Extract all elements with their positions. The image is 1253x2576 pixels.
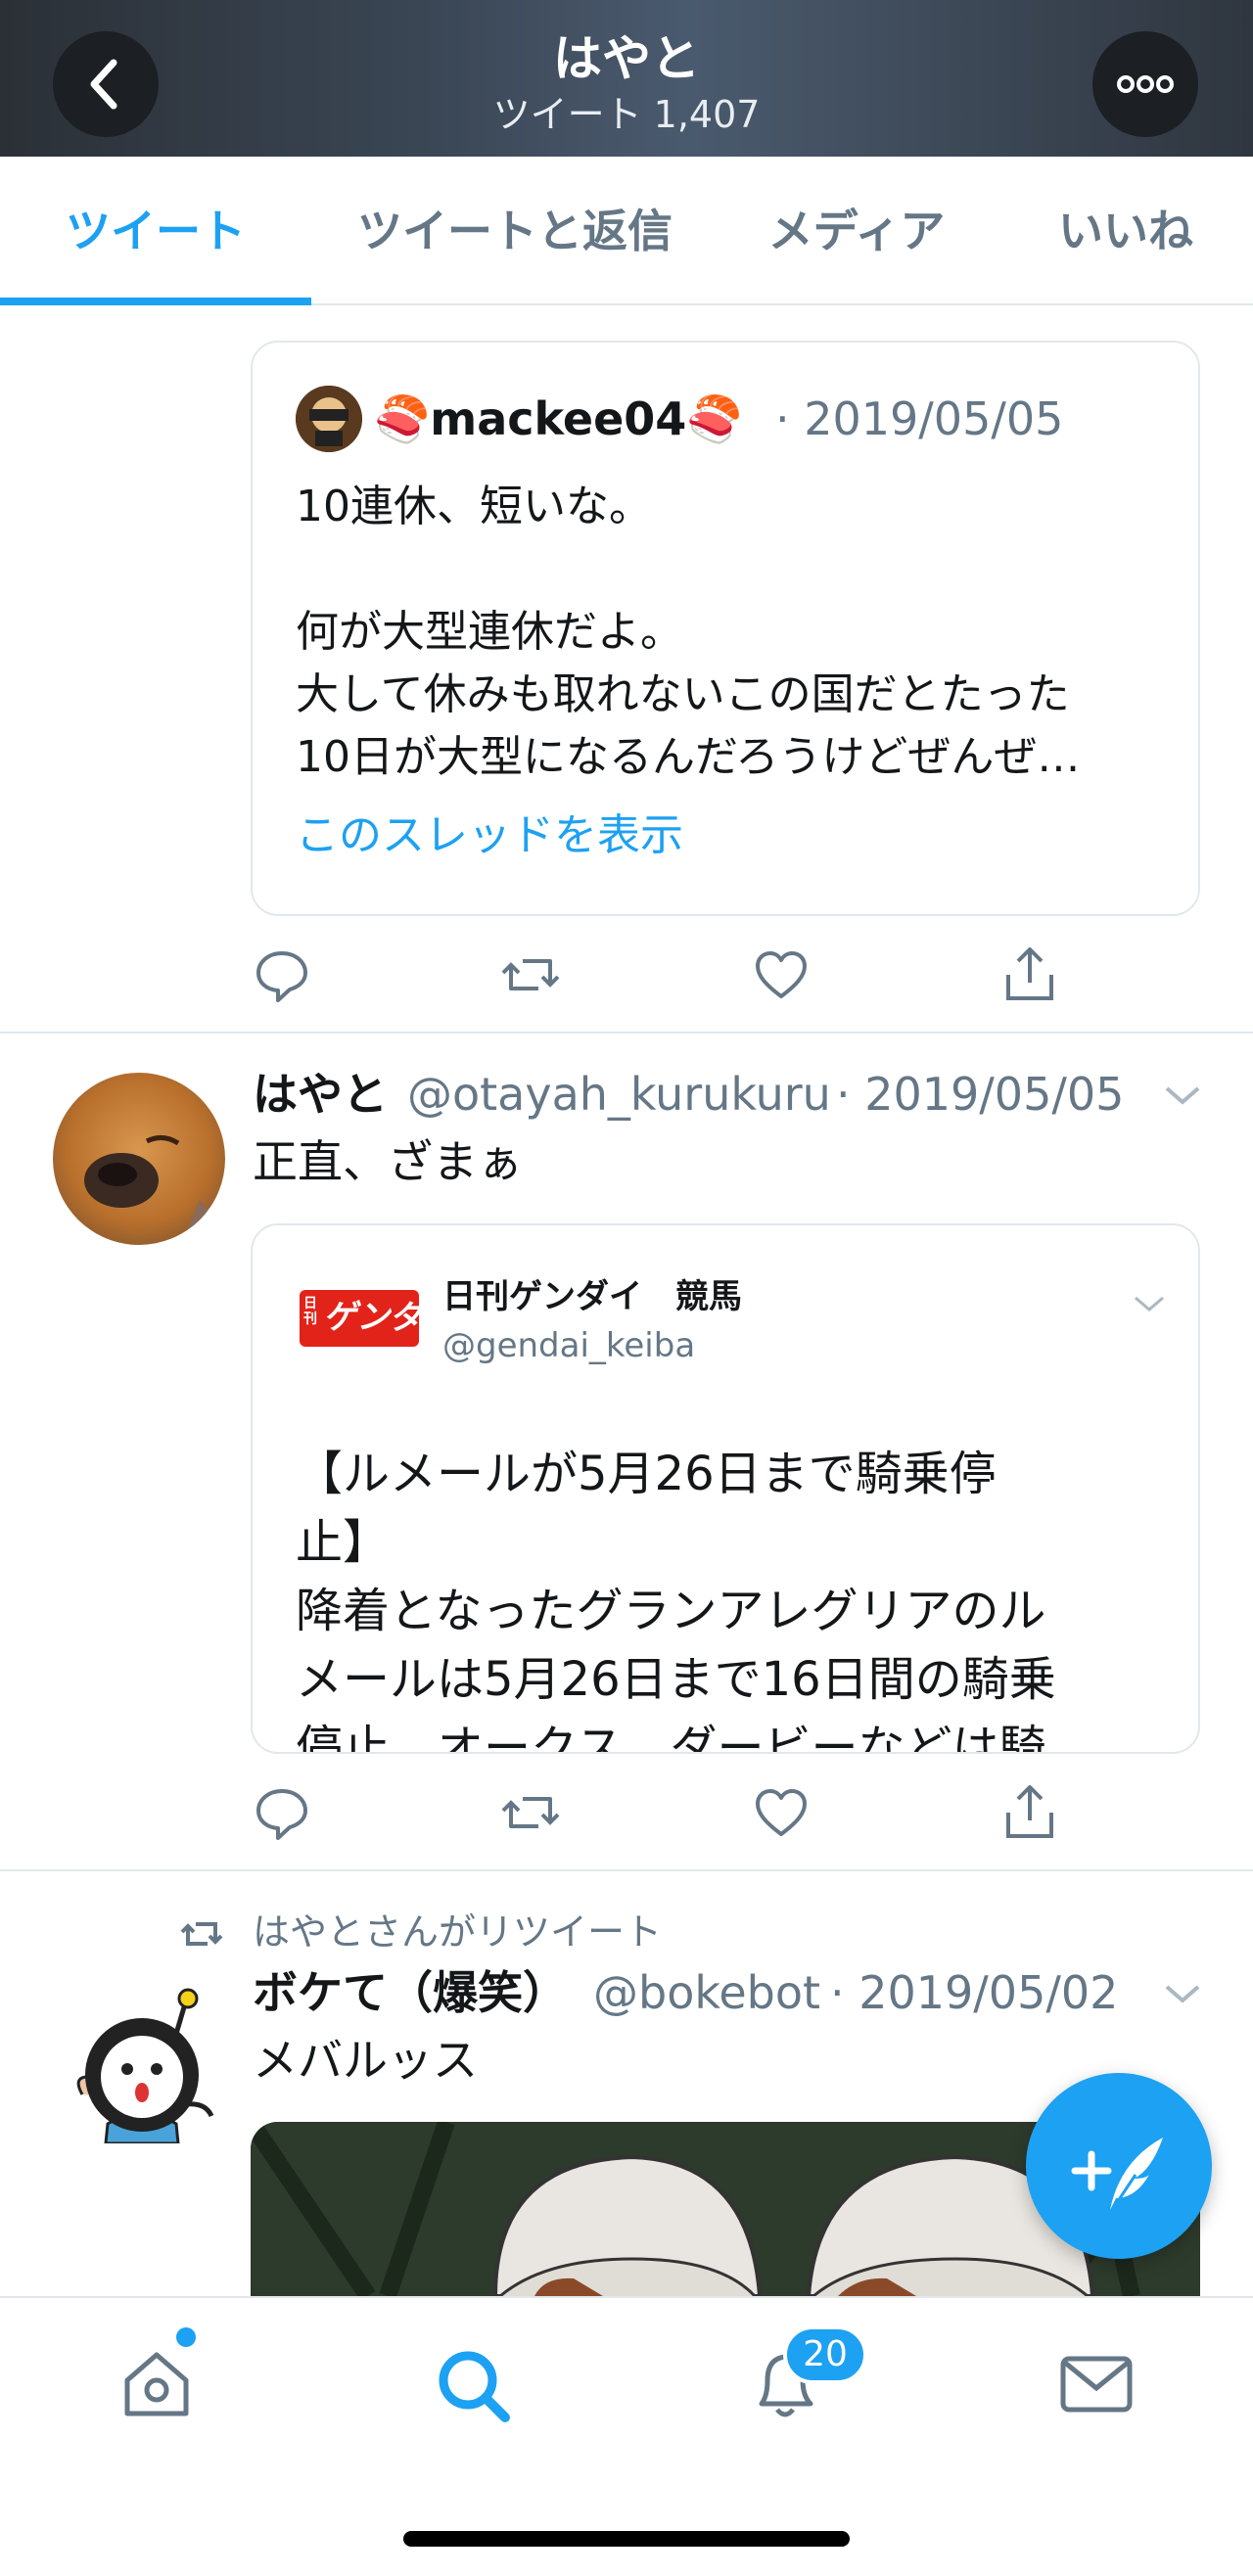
more-dots-icon: [1117, 75, 1174, 93]
embed-text-line: 【ルメールが5月26日まで騎乗停: [296, 1447, 997, 1501]
messages-mail-icon[interactable]: [1057, 2349, 1136, 2423]
tab-tweets-and-replies[interactable]: ツイートと返信: [333, 157, 697, 305]
chevron-left-icon: [90, 59, 117, 110]
retweet-context-icon: [178, 1914, 225, 1957]
home-new-indicator: [176, 2327, 196, 2347]
embed-text-line: メールは5月26日まで16日間の騎乗: [296, 1652, 1056, 1707]
chevron-down-icon[interactable]: [1130, 1290, 1169, 1323]
profile-header: はやと ツイート 1,407: [0, 0, 1253, 157]
author-avatar[interactable]: [69, 1987, 215, 2143]
quoted-tweet-line: 10日が大型になるんだろうけどぜんぜ…: [296, 732, 1081, 782]
retweet-context[interactable]: はやとさんがリツイート: [253, 1907, 662, 1957]
author-name[interactable]: はやと: [253, 1061, 388, 1127]
chevron-down-icon[interactable]: [1161, 1977, 1204, 2016]
tweet-text: メバルッス: [253, 2034, 478, 2087]
gendai-logo: 日刊 ゲンダイ: [300, 1290, 456, 1347]
tab-media[interactable]: メディア: [744, 157, 969, 305]
embed-account-handle: @gendai_keiba: [442, 1326, 696, 1365]
retweet-icon[interactable]: [499, 1783, 562, 1846]
tweet-date: · 2019/05/02: [830, 1966, 1119, 2019]
home-indicator-bar: [403, 2531, 850, 2547]
tweet-text: 正直、ざまぁ: [253, 1135, 523, 1188]
author-handle[interactable]: @otayah_kurukuru: [407, 1061, 831, 1127]
compose-tweet-button[interactable]: [1026, 2073, 1212, 2259]
quoted-tweet-line: 10連休、短いな。: [296, 482, 652, 531]
tweet-divider: [0, 1869, 1253, 1871]
quoted-tweet-date: · 2019/05/05: [775, 392, 1064, 445]
active-tab-indicator: [0, 298, 311, 305]
embed-text-line: 停止。オークス、ダービーなどは騎: [296, 1721, 1046, 1754]
tweet-divider: [0, 1032, 1253, 1034]
more-options-button[interactable]: [1092, 31, 1198, 137]
embed-text-line: 降着となったグランアレグリアのル: [296, 1584, 1046, 1638]
reply-icon[interactable]: [253, 1783, 311, 1846]
embedded-tweet-card[interactable]: 日刊 ゲンダイ 日刊ゲンダイ 競馬 @gendai_keiba 【ルメールが5月…: [251, 1223, 1200, 1754]
tab-likes[interactable]: いいね: [1038, 157, 1214, 305]
quoted-tweet-line: 大して休みも取れないこの国だとたった: [296, 669, 1070, 719]
tweet-date: · 2019/05/05: [836, 1068, 1125, 1121]
chevron-down-icon[interactable]: [1161, 1079, 1204, 1118]
compose-quill-icon: [1071, 2138, 1163, 2217]
tab-tweets[interactable]: ツイート: [0, 157, 311, 305]
quoted-author-avatar: [296, 386, 362, 452]
like-icon[interactable]: [752, 945, 811, 1008]
notifications-badge: 20: [783, 2325, 867, 2384]
home-icon[interactable]: [119, 2347, 194, 2425]
author-handle[interactable]: @bokebot: [593, 1959, 820, 2026]
reply-icon[interactable]: [253, 945, 311, 1008]
author-avatar[interactable]: [53, 1073, 225, 1245]
embed-account-name: 日刊ゲンダイ 競馬: [442, 1277, 742, 1316]
profile-tabs: ツイート ツイートと返信 メディア いいね: [0, 157, 1253, 305]
retweet-icon[interactable]: [499, 945, 562, 1008]
share-icon[interactable]: [1000, 1781, 1059, 1846]
quoted-tweet-line: 何が大型連休だよ。: [296, 607, 683, 657]
tweet-count: ツイート 1,407: [492, 93, 761, 136]
quoted-author-name: 🍣mackee04🍣: [374, 392, 743, 445]
quoted-tweet-card[interactable]: 🍣mackee04🍣 · 2019/05/05 10連休、短いな。 何が大型連休…: [251, 341, 1200, 916]
author-name[interactable]: ボケて（爆笑）: [253, 1959, 568, 2026]
share-icon[interactable]: [1000, 943, 1059, 1008]
embed-text-line: 止】: [296, 1515, 391, 1570]
search-icon[interactable]: [433, 2345, 515, 2431]
show-thread-link[interactable]: このスレッドを表示: [296, 805, 683, 867]
profile-name: はやと: [553, 30, 700, 87]
back-button[interactable]: [53, 31, 159, 137]
like-icon[interactable]: [752, 1783, 811, 1846]
